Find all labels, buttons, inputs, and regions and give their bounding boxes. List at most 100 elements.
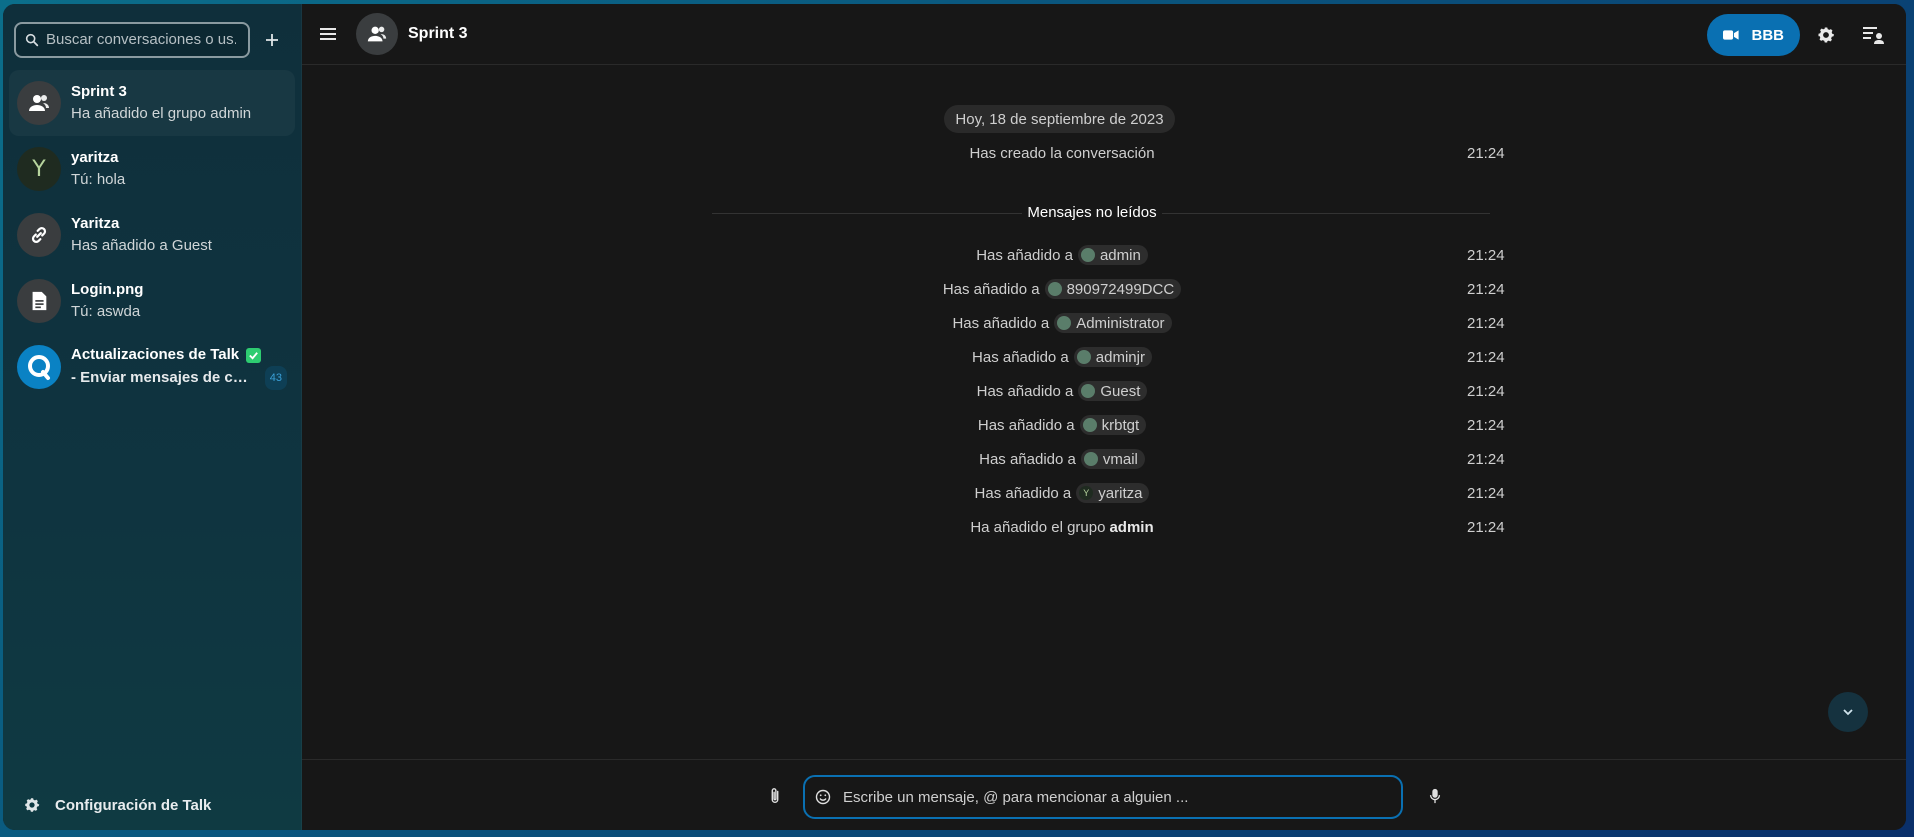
attach-button[interactable] <box>758 779 792 813</box>
conversation-item[interactable]: Y yaritza Tú: hola <box>9 136 295 202</box>
mention-chip[interactable]: 890972499DCC <box>1044 279 1182 299</box>
search-input[interactable] <box>46 31 236 48</box>
user-avatar-letter: Y <box>1079 486 1094 500</box>
conversation-item[interactable]: Actualizaciones de Talk - Enviar mensaje… <box>9 334 295 400</box>
message-time: 21:24 <box>1467 518 1505 536</box>
user-avatar-icon <box>1047 282 1062 296</box>
system-message: Has creado la conversación <box>969 144 1155 162</box>
hamburger-icon <box>320 28 336 40</box>
call-label: BBB <box>1751 26 1785 44</box>
message-time: 21:24 <box>1467 382 1505 400</box>
chat-panel: Sprint 3 BBB Hoy, 18 de septiembre de 20… <box>302 4 1906 830</box>
conversation-item[interactable]: Login.png Tú: aswda <box>9 268 295 334</box>
new-conversation-button[interactable] <box>255 22 290 58</box>
start-call-button[interactable]: BBB <box>1707 14 1800 56</box>
room-title[interactable]: Sprint 3 <box>408 25 468 43</box>
mention-chip[interactable]: adminjr <box>1073 347 1152 367</box>
user-avatar-icon <box>1081 384 1096 398</box>
avatar <box>17 345 61 389</box>
mention-chip[interactable]: Guest <box>1078 381 1148 401</box>
message-time: 21:24 <box>1467 416 1505 434</box>
user-avatar-icon <box>1076 350 1091 364</box>
conversation-title: Yaritza <box>71 215 120 232</box>
system-message: Has añadido a Administrator <box>682 310 1442 336</box>
microphone-icon <box>1429 788 1441 804</box>
conversation-list: Sprint 3 Ha añadido el grupo admin Y yar… <box>3 70 301 400</box>
file-icon <box>32 291 47 311</box>
system-message: Ha añadido el grupo admin <box>970 518 1154 536</box>
conversation-last-message: Has añadido a Guest <box>71 237 212 254</box>
message-list: Hoy, 18 de septiembre de 2023 Has creado… <box>302 65 1906 762</box>
mention-chip[interactable]: vmail <box>1080 449 1145 469</box>
message-time: 21:24 <box>1467 280 1505 298</box>
message-time: 21:24 <box>1467 144 1505 162</box>
conversation-item[interactable]: Yaritza Has añadido a Guest <box>9 202 295 268</box>
message-input-box[interactable] <box>803 775 1403 819</box>
user-avatar-icon <box>1057 316 1072 330</box>
unread-counter-badge: 43 <box>264 366 287 390</box>
chevron-down-icon <box>1843 709 1853 716</box>
room-avatar[interactable] <box>356 13 398 55</box>
user-avatar-icon <box>1082 418 1097 432</box>
conversation-item[interactable]: Sprint 3 Ha añadido el grupo admin <box>9 70 295 136</box>
system-message: Has añadido a admin <box>682 242 1442 268</box>
system-message: Has añadido a Yyaritza <box>682 480 1442 506</box>
message-time: 21:24 <box>1467 348 1505 366</box>
mention-chip[interactable]: Yyaritza <box>1076 483 1150 503</box>
message-time: 21:24 <box>1467 450 1505 468</box>
search-row <box>3 4 301 62</box>
scroll-to-bottom-button[interactable] <box>1828 692 1868 732</box>
message-time: 21:24 <box>1467 484 1505 502</box>
conversation-title: Sprint 3 <box>71 83 127 100</box>
mention-chip[interactable]: Administrator <box>1054 313 1172 333</box>
message-time: 21:24 <box>1467 314 1505 332</box>
conversation-title: Login.png <box>71 281 144 298</box>
conversation-last-message: - Enviar mensajes de cha... 43 <box>71 366 287 390</box>
user-avatar-icon <box>1080 248 1095 262</box>
system-message: Has añadido a 890972499DCC <box>682 276 1442 302</box>
talk-settings-label: Configuración de Talk <box>55 796 212 814</box>
voice-message-button[interactable] <box>1418 779 1452 813</box>
verified-check-icon <box>246 347 262 363</box>
toggle-sidebar-button[interactable] <box>308 14 348 54</box>
link-icon <box>31 227 47 243</box>
app-window: Sprint 3 Ha añadido el grupo admin Y yar… <box>3 4 1906 830</box>
emoji-icon[interactable] <box>815 789 831 805</box>
search-box[interactable] <box>14 21 250 58</box>
plus-icon <box>266 33 279 46</box>
video-camera-icon <box>1723 30 1739 40</box>
conversation-last-message: Tú: aswda <box>71 303 141 320</box>
system-message: Has añadido a Guest <box>682 378 1442 404</box>
system-message: Has añadido a krbtgt <box>682 412 1442 438</box>
search-icon <box>25 33 39 46</box>
talk-logo-icon <box>28 355 50 380</box>
talk-settings-button[interactable]: Configuración de Talk <box>3 780 301 830</box>
participants-list-icon <box>1863 27 1884 44</box>
mention-chip[interactable]: krbtgt <box>1079 415 1147 435</box>
conversation-title: yaritza <box>71 149 119 166</box>
gear-icon <box>1818 27 1835 43</box>
group-name: admin <box>1109 518 1154 536</box>
message-composer <box>302 759 1906 830</box>
conversation-last-message: Tú: hola <box>71 171 126 188</box>
message-input[interactable] <box>843 788 1363 806</box>
unread-label: Mensajes no leídos <box>1022 200 1162 226</box>
system-message: Has añadido a vmail <box>682 446 1442 472</box>
mention-chip[interactable]: admin <box>1077 245 1148 265</box>
avatar <box>17 279 61 323</box>
user-avatar-icon <box>1083 452 1098 466</box>
avatar <box>17 81 61 125</box>
toggle-participants-button[interactable] <box>1852 13 1896 57</box>
date-separator: Hoy, 18 de septiembre de 2023 <box>944 105 1175 133</box>
group-icon <box>367 26 387 42</box>
chat-header: Sprint 3 BBB <box>302 4 1906 65</box>
sidebar: Sprint 3 Ha añadido el grupo admin Y yar… <box>3 4 302 830</box>
conversation-settings-button[interactable] <box>1804 13 1848 57</box>
avatar: Y <box>17 147 61 191</box>
system-message: Has añadido a adminjr <box>682 344 1442 370</box>
conversation-title: Actualizaciones de Talk <box>71 344 287 366</box>
avatar <box>17 213 61 257</box>
gear-icon <box>25 798 40 812</box>
paperclip-icon <box>771 788 779 803</box>
message-time: 21:24 <box>1467 246 1505 264</box>
